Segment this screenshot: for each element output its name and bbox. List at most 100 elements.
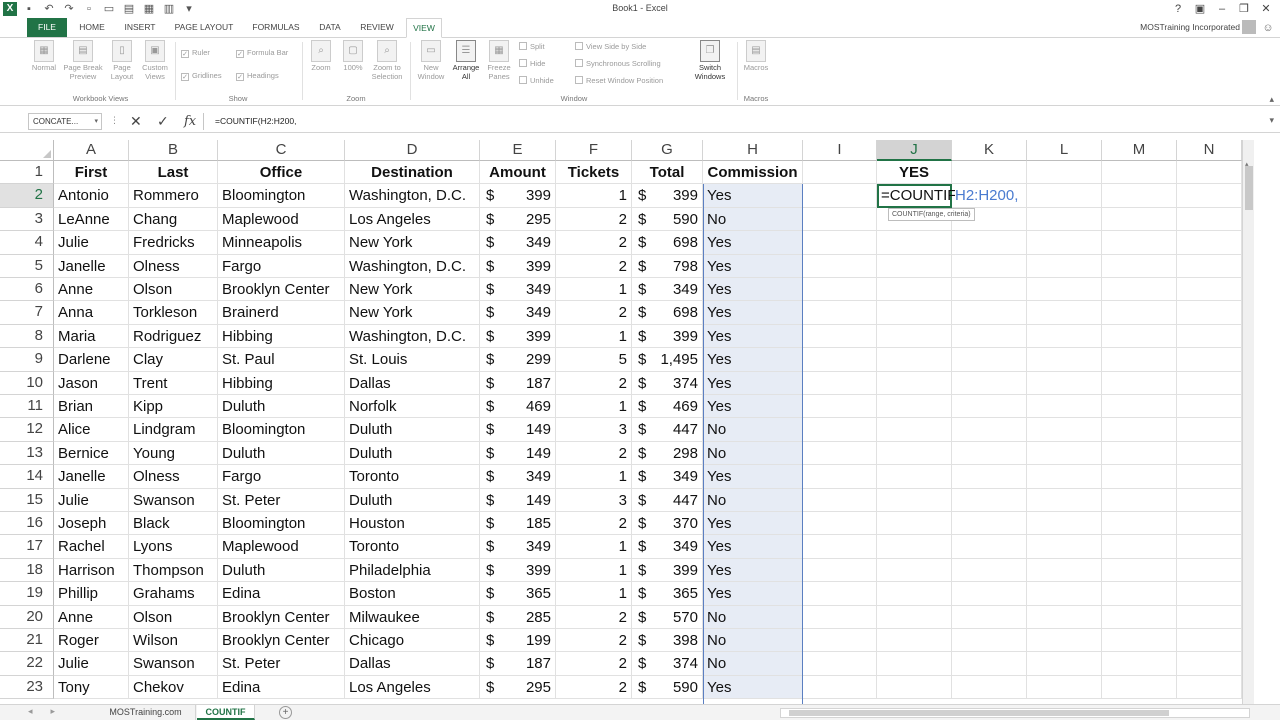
cell-m21[interactable] <box>1102 629 1177 653</box>
restore-icon[interactable]: ❐ <box>1234 0 1254 18</box>
cell-d12[interactable]: Duluth <box>345 418 480 442</box>
cell-b6[interactable]: Olson <box>129 278 218 302</box>
cell-l16[interactable] <box>1027 512 1102 536</box>
cell-l22[interactable] <box>1027 652 1102 676</box>
column-header-c[interactable]: C <box>218 140 345 161</box>
cell-h5[interactable]: Yes <box>703 254 803 278</box>
row-header-18[interactable]: 18 <box>0 558 54 583</box>
cell-c12[interactable]: Bloomington <box>218 418 345 442</box>
tab-review[interactable]: REVIEW <box>356 18 398 37</box>
redo-icon[interactable]: ↷ <box>62 1 76 17</box>
cell-m6[interactable] <box>1102 278 1177 302</box>
cell-g3[interactable]: $590 <box>632 207 703 232</box>
cell-k12[interactable] <box>952 418 1027 442</box>
cell-m22[interactable] <box>1102 652 1177 676</box>
cell-d22[interactable]: Dallas <box>345 652 480 676</box>
cell-d8[interactable]: Washington, D.C. <box>345 324 480 349</box>
cell-k9[interactable] <box>952 348 1027 372</box>
row-header-9[interactable]: 9 <box>0 348 54 372</box>
cell-n7[interactable] <box>1177 301 1242 325</box>
cell-i1[interactable] <box>803 161 877 185</box>
cell-l21[interactable] <box>1027 629 1102 653</box>
cell-e12[interactable]: $149 <box>480 418 556 442</box>
custom-views-button[interactable]: ▣ Custom Views <box>139 40 171 81</box>
cell-n9[interactable] <box>1177 348 1242 372</box>
cell-a23[interactable]: Tony <box>54 675 129 700</box>
cell-c1[interactable]: Office <box>218 161 345 185</box>
cell-c8[interactable]: Hibbing <box>218 324 345 349</box>
cell-e22[interactable]: $187 <box>480 652 556 676</box>
cell-f2[interactable]: 1 <box>556 184 632 208</box>
cell-e20[interactable]: $285 <box>480 605 556 629</box>
horizontal-scrollbar[interactable] <box>780 708 1250 718</box>
cell-c21[interactable]: Brooklyn Center <box>218 629 345 653</box>
cell-f16[interactable]: 2 <box>556 512 632 536</box>
cell-f8[interactable]: 1 <box>556 324 632 349</box>
cell-k1[interactable] <box>952 161 1027 185</box>
expand-formula-bar-icon[interactable]: ▾ <box>1269 115 1274 126</box>
cell-a11[interactable]: Brian <box>54 395 129 419</box>
cell-j21[interactable] <box>877 629 952 653</box>
cell-l8[interactable] <box>1027 324 1102 349</box>
ribbon-display-icon[interactable]: ▣ <box>1190 0 1210 18</box>
cell-k17[interactable] <box>952 535 1027 559</box>
cell-a15[interactable]: Julie <box>54 488 129 512</box>
cell-m20[interactable] <box>1102 605 1177 629</box>
cell-d10[interactable]: Dallas <box>345 371 480 395</box>
cell-l20[interactable] <box>1027 605 1102 629</box>
cell-n20[interactable] <box>1177 605 1242 629</box>
cell-m19[interactable] <box>1102 582 1177 606</box>
cell-f12[interactable]: 3 <box>556 418 632 442</box>
horizontal-scroll-thumb[interactable] <box>789 710 1169 716</box>
page-break-preview-button[interactable]: ▤ Page Break Preview <box>62 40 104 81</box>
cell-e2[interactable]: $399 <box>480 184 556 208</box>
cell-b4[interactable]: Fredricks <box>129 231 218 255</box>
save-icon[interactable]: ▪ <box>22 1 36 17</box>
cell-a13[interactable]: Bernice <box>54 441 129 466</box>
cell-i4[interactable] <box>803 231 877 255</box>
row-header-1[interactable]: 1 <box>0 161 54 185</box>
cell-h16[interactable]: Yes <box>703 512 803 536</box>
cell-h19[interactable]: Yes <box>703 582 803 606</box>
formula-input[interactable]: =COUNTIF(H2:H200, <box>215 116 296 126</box>
sheet-tab-countif[interactable]: COUNTIF <box>197 705 255 720</box>
column-header-h[interactable]: H <box>703 140 803 161</box>
cell-f10[interactable]: 2 <box>556 371 632 395</box>
cell-c6[interactable]: Brooklyn Center <box>218 278 345 302</box>
cell-n23[interactable] <box>1177 675 1242 700</box>
cell-e5[interactable]: $399 <box>480 254 556 278</box>
print-icon[interactable]: ▤ <box>122 1 136 17</box>
cell-b7[interactable]: Torkleson <box>129 301 218 325</box>
cell-m14[interactable] <box>1102 465 1177 489</box>
cell-i20[interactable] <box>803 605 877 629</box>
cell-j1[interactable]: YES <box>877 161 952 185</box>
cell-m11[interactable] <box>1102 395 1177 419</box>
cell-b2[interactable]: Rommero <box>129 184 218 208</box>
cell-h14[interactable]: Yes <box>703 465 803 489</box>
cell-a9[interactable]: Darlene <box>54 348 129 372</box>
cell-b15[interactable]: Swanson <box>129 488 218 512</box>
cell-e11[interactable]: $469 <box>480 395 556 419</box>
headings-checkbox[interactable]: ✓ Headings <box>236 71 279 81</box>
cell-h7[interactable]: Yes <box>703 301 803 325</box>
cell-f1[interactable]: Tickets <box>556 161 632 185</box>
minimize-icon[interactable]: – <box>1212 0 1232 18</box>
cell-c22[interactable]: St. Peter <box>218 652 345 676</box>
split-button[interactable]: Split <box>519 42 545 52</box>
cell-h4[interactable]: Yes <box>703 231 803 255</box>
cell-g10[interactable]: $374 <box>632 371 703 395</box>
cell-e17[interactable]: $349 <box>480 535 556 559</box>
cell-f23[interactable]: 2 <box>556 675 632 700</box>
cell-n1[interactable] <box>1177 161 1242 185</box>
cell-d19[interactable]: Boston <box>345 582 480 606</box>
cell-j18[interactable] <box>877 558 952 583</box>
cell-c11[interactable]: Duluth <box>218 395 345 419</box>
cell-n21[interactable] <box>1177 629 1242 653</box>
cell-m4[interactable] <box>1102 231 1177 255</box>
cell-h9[interactable]: Yes <box>703 348 803 372</box>
cell-i23[interactable] <box>803 675 877 700</box>
cell-k15[interactable] <box>952 488 1027 512</box>
cell-n15[interactable] <box>1177 488 1242 512</box>
cell-i14[interactable] <box>803 465 877 489</box>
cell-d11[interactable]: Norfolk <box>345 395 480 419</box>
